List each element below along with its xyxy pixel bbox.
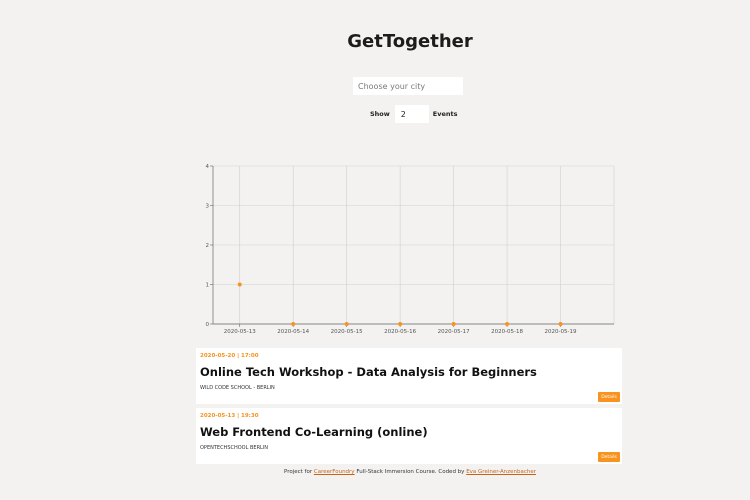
data-point: [237, 282, 242, 287]
x-tick-label: 2020-05-18: [491, 329, 523, 335]
data-point: [451, 322, 456, 326]
event-group: WILD CODE SCHOOL - BERLIN: [200, 385, 275, 391]
x-tick-label: 2020-05-17: [438, 329, 470, 335]
details-button[interactable]: Details: [598, 392, 620, 402]
events-label: Events: [432, 110, 458, 118]
event-card: 2020-05-13 | 19:30 Web Frontend Co-Learn…: [196, 408, 622, 464]
app-title: GetTogether: [347, 31, 473, 52]
data-point: [344, 322, 349, 326]
data-point: [291, 322, 296, 326]
event-date-time: 2020-05-13 | 19:30: [200, 413, 259, 419]
author-link[interactable]: Eva Greiner-Anzenbacher: [466, 469, 536, 475]
careerfoundry-link[interactable]: CareerFoundry: [314, 469, 355, 475]
events-per-day-chart: 0 1 2 3 4 2020-05-13 2020-05-14 2020-05-15 2020-…: [206, 164, 615, 335]
show-label: Show: [370, 110, 390, 118]
event-date-time: 2020-05-20 | 17:00: [200, 353, 259, 359]
event-name: Web Frontend Co-Learning (online): [200, 425, 428, 439]
y-tick-label: 3: [206, 204, 210, 210]
y-tick-label: 0: [206, 322, 210, 328]
footer: Project for CareerFoundry Full-Stack Imm…: [0, 469, 750, 475]
x-tick-label: 2020-05-13: [224, 329, 256, 335]
footer-text: Full-Stack Immersion Course. Coded by: [354, 469, 467, 475]
details-button[interactable]: Details: [598, 452, 620, 462]
event-count-input[interactable]: [394, 105, 429, 123]
event-name: Online Tech Workshop - Data Analysis for…: [200, 365, 537, 379]
event-group: OPENTECHSCHOOL BERLIN: [200, 445, 269, 451]
y-tick-label: 4: [206, 164, 210, 170]
data-point: [398, 322, 403, 326]
data-point: [505, 322, 510, 326]
data-point: [558, 322, 563, 326]
event-card: 2020-05-20 | 17:00 Online Tech Workshop …: [196, 348, 622, 404]
x-tick-label: 2020-05-19: [545, 329, 577, 335]
y-tick-label: 1: [206, 283, 210, 289]
x-tick-label: 2020-05-14: [277, 329, 309, 335]
y-tick-label: 2: [206, 243, 210, 249]
x-tick-label: 2020-05-15: [331, 329, 363, 335]
city-search-input[interactable]: [353, 77, 463, 95]
number-of-events: Show Events: [370, 105, 457, 123]
footer-text: Project for: [283, 469, 314, 475]
x-tick-label: 2020-05-16: [384, 329, 416, 335]
